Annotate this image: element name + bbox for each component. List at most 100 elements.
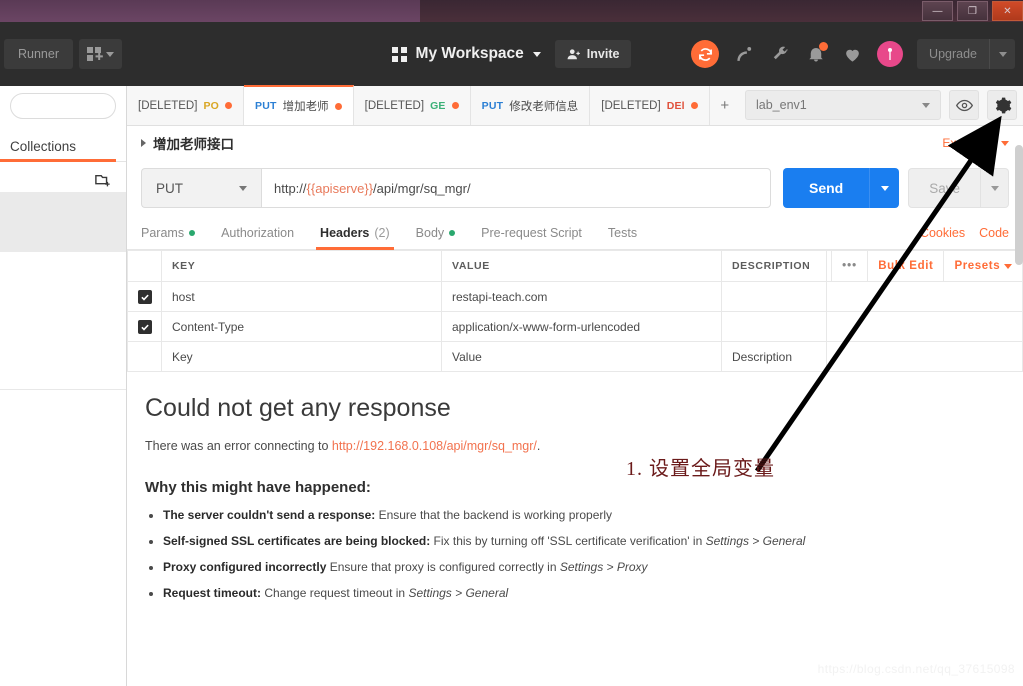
request-tab-4[interactable]: PUT 修改老师信息 <box>470 86 591 125</box>
headers-table-header-row: KEY VALUE DESCRIPTION ••• Bulk Edit Pres… <box>127 250 1023 282</box>
response-error-panel: Could not get any response There was an … <box>127 372 1023 600</box>
error-reasons-list: The server couldn't send a response: Ens… <box>145 508 1023 600</box>
watermark: https://blog.csdn.net/qq_37615098 <box>817 662 1015 676</box>
environment-selected-label: lab_env1 <box>756 98 807 112</box>
presets-button[interactable]: Presets <box>943 251 1022 281</box>
upgrade-dropdown-button[interactable] <box>989 39 1015 69</box>
row-description[interactable] <box>721 311 827 342</box>
send-button[interactable]: Send <box>782 168 870 208</box>
row-description[interactable] <box>721 281 827 312</box>
request-tab-3[interactable]: [DELETED] GE <box>353 86 471 125</box>
headers-table-tools: ••• Bulk Edit Presets <box>826 250 1023 282</box>
tab-authorization[interactable]: Authorization <box>221 216 294 250</box>
error-url-link[interactable]: http://192.168.0.108/api/mgr/sq_mgr/ <box>332 439 537 453</box>
unsaved-dot-icon <box>334 102 342 110</box>
error-subtitle-suffix: . <box>536 439 541 453</box>
tab-params[interactable]: Params <box>141 216 196 250</box>
chevron-down-icon <box>990 185 999 191</box>
request-tab-method: DEl <box>666 99 685 112</box>
examples-button[interactable]: Examples <box>942 136 1009 150</box>
row-value[interactable]: restapi-teach.com <box>441 281 722 312</box>
environment-quick-look-button[interactable] <box>949 90 979 120</box>
minimize-icon[interactable]: — <box>922 1 953 21</box>
bell-icon[interactable] <box>805 42 829 65</box>
cookies-link[interactable]: Cookies <box>920 226 965 240</box>
heart-icon[interactable] <box>841 43 863 65</box>
request-tab-method: PO <box>203 99 220 112</box>
table-row[interactable]: host restapi-teach.com <box>127 281 1023 312</box>
tab-pre-request-script[interactable]: Pre-request Script <box>481 216 582 250</box>
row-key[interactable]: Content-Type <box>161 311 442 342</box>
upgrade-button[interactable]: Upgrade <box>917 39 989 69</box>
satellite-icon[interactable] <box>733 43 755 65</box>
sidebar: Collections <box>0 86 127 686</box>
close-icon[interactable]: ✕ <box>992 1 1023 21</box>
row-value[interactable]: application/x-www-form-urlencoded <box>441 311 722 342</box>
app-header: Runner ✚ My Workspace Invite Upgrade <box>0 22 1023 86</box>
list-item: Request timeout: Change request timeout … <box>163 586 1023 600</box>
maximize-icon[interactable]: ❐ <box>957 1 988 21</box>
chevron-down-icon <box>880 185 889 191</box>
sync-icon[interactable] <box>691 40 720 68</box>
tab-headers-label: Headers <box>320 225 370 240</box>
vertical-scrollbar[interactable] <box>1015 145 1023 265</box>
bulk-edit-button[interactable]: Bulk Edit <box>867 251 943 281</box>
runner-button[interactable]: Runner <box>4 39 73 69</box>
upgrade-group[interactable]: Upgrade <box>917 39 1015 69</box>
request-tab-method: PUT <box>255 100 277 112</box>
save-options-button[interactable] <box>981 168 1009 208</box>
row-checkbox[interactable] <box>138 319 152 334</box>
tab-tests[interactable]: Tests <box>608 216 637 250</box>
table-row[interactable]: Content-Type application/x-www-form-urle… <box>127 311 1023 342</box>
url-input[interactable]: http://{{apiserve}}/api/mgr/sq_mgr/ <box>261 168 771 208</box>
row-checkbox[interactable] <box>138 289 152 304</box>
new-value-input[interactable]: Value <box>441 341 722 372</box>
request-breadcrumb[interactable]: 增加老师接口 <box>141 133 234 153</box>
row-key[interactable]: host <box>161 281 442 312</box>
save-button[interactable]: Save <box>908 168 981 208</box>
column-value: VALUE <box>441 250 722 282</box>
headers-more-button[interactable]: ••• <box>831 251 867 281</box>
request-tab-deleted-label: [DELETED] <box>138 99 198 112</box>
error-subtitle: There was an error connecting to http://… <box>145 439 1023 453</box>
column-key: KEY <box>161 250 442 282</box>
sidebar-search-wrap <box>0 86 126 126</box>
subtabs-right-links: Cookies Code <box>920 226 1009 240</box>
chevron-down-icon <box>106 51 114 57</box>
new-description-input[interactable]: Description <box>721 341 827 372</box>
request-tab-2[interactable]: PUT 增加老师 <box>244 85 354 125</box>
row-checkbox-cell <box>127 281 162 312</box>
examples-label: Examples <box>942 136 995 150</box>
invite-button[interactable]: Invite <box>554 40 632 68</box>
avatar[interactable] <box>877 41 904 67</box>
tab-body[interactable]: Body <box>416 216 456 250</box>
modified-dot-icon <box>449 229 456 236</box>
table-row-placeholder[interactable]: Key Value Description <box>127 341 1023 372</box>
environment-settings-button[interactable] <box>987 90 1017 120</box>
method-select[interactable]: PUT <box>141 168 261 208</box>
reason-bold: Self-signed SSL certificates are being b… <box>163 534 431 548</box>
send-options-button[interactable] <box>869 168 900 208</box>
request-tab-5[interactable]: [DELETED] DEl <box>590 86 710 125</box>
new-key-input[interactable]: Key <box>161 341 442 372</box>
request-tabstrip: [DELETED] PO PUT 增加老师 [DELETED] GE PUT 修… <box>127 85 1023 126</box>
list-item: Self-signed SSL certificates are being b… <box>163 534 1023 548</box>
os-window-buttons[interactable]: — ❐ ✕ <box>922 0 1023 22</box>
request-tab-1[interactable]: [DELETED] PO <box>127 86 245 125</box>
code-link[interactable]: Code <box>979 226 1009 240</box>
wrench-icon[interactable] <box>769 43 791 65</box>
tab-headers[interactable]: Headers (2) <box>316 216 394 250</box>
url-prefix: http:// <box>274 180 307 196</box>
new-folder-icon[interactable] <box>94 173 112 189</box>
list-item: Proxy configured incorrectly Ensure that… <box>163 560 1023 574</box>
environment-select[interactable]: lab_env1 <box>745 90 941 120</box>
new-tab-button[interactable]: + <box>710 86 740 125</box>
column-description: DESCRIPTION <box>721 250 827 282</box>
url-variable-token: {{apiserve}} <box>306 180 374 196</box>
import-button[interactable]: ✚ <box>79 39 122 69</box>
workspace-selector[interactable]: My Workspace <box>391 45 541 63</box>
sidebar-tab-collections[interactable]: Collections <box>0 139 117 162</box>
row-spacer <box>826 341 1023 372</box>
request-tab-name: 增加老师 <box>282 101 329 113</box>
search-input[interactable] <box>10 93 116 119</box>
